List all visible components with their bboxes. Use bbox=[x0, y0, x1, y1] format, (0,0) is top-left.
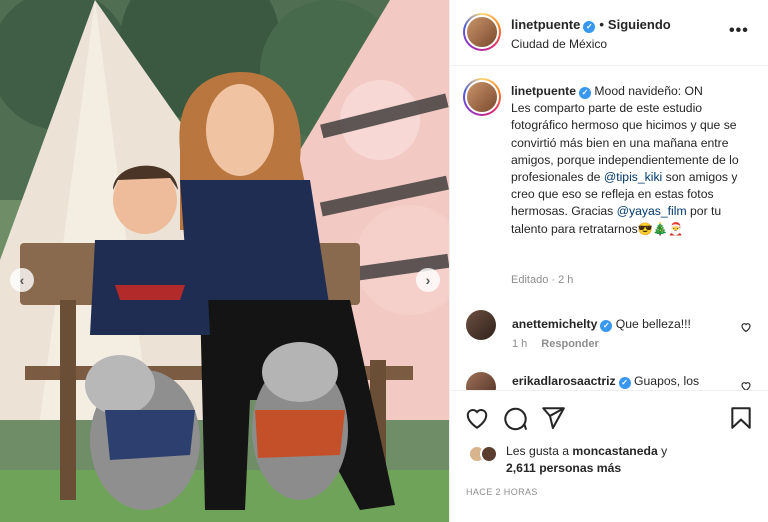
separator-dot: • bbox=[599, 17, 604, 32]
post-actions: Les gusta a moncastaneda y 2,611 persona… bbox=[450, 390, 768, 522]
commenter-avatar[interactable] bbox=[466, 372, 496, 390]
chevron-right-icon[interactable]: › bbox=[416, 268, 440, 292]
comments-section: linetpuente ✓ Mood navideño: ON Les compa… bbox=[450, 66, 768, 390]
caption-text-1: Mood navideño: ON bbox=[594, 84, 703, 98]
author-line: linetpuente ✓ • Siguiendo bbox=[511, 17, 671, 33]
commenter-username[interactable]: erikadlarosaactriz bbox=[512, 374, 616, 388]
comment-body: Que belleza!!! bbox=[615, 317, 691, 331]
verified-badge-icon: ✓ bbox=[583, 21, 596, 33]
heart-icon[interactable] bbox=[464, 405, 490, 431]
caption-avatar[interactable] bbox=[463, 78, 501, 116]
author-username[interactable]: linetpuente bbox=[511, 17, 580, 32]
comment-meta: 1 h Responder bbox=[512, 338, 599, 350]
post-location[interactable]: Ciudad de México bbox=[511, 37, 607, 51]
post-image bbox=[0, 0, 449, 522]
caption-username[interactable]: linetpuente bbox=[511, 84, 576, 98]
author-avatar[interactable] bbox=[463, 13, 501, 51]
likes-middle: y bbox=[657, 444, 668, 458]
share-icon[interactable] bbox=[540, 405, 566, 431]
heart-icon[interactable] bbox=[740, 380, 752, 390]
likes-text: Les gusta a moncastaneda y 2,611 persona… bbox=[506, 443, 756, 477]
comment-time[interactable]: 1 h bbox=[512, 338, 527, 350]
post-side-panel: linetpuente ✓ • Siguiendo Ciudad de México … bbox=[449, 0, 768, 522]
post-timestamp[interactable]: HACE 2 HORAS bbox=[466, 487, 538, 497]
verified-badge-icon: ✓ bbox=[600, 320, 613, 332]
comment-icon[interactable] bbox=[502, 405, 528, 431]
post-photo[interactable]: ‹ › bbox=[0, 0, 449, 522]
post-header: linetpuente ✓ • Siguiendo Ciudad de México … bbox=[450, 0, 768, 66]
edited-label: Editado bbox=[511, 274, 549, 286]
reply-button[interactable]: Responder bbox=[541, 338, 598, 350]
mention-link[interactable]: @tipis_kiki bbox=[604, 170, 662, 184]
caption-time[interactable]: 2 h bbox=[558, 274, 573, 286]
heart-icon[interactable] bbox=[740, 321, 752, 333]
chevron-left-icon[interactable]: ‹ bbox=[10, 268, 34, 292]
liker-avatar bbox=[480, 445, 498, 463]
caption-meta: Editado · 2 h bbox=[511, 274, 574, 286]
following-button[interactable]: Siguiendo bbox=[608, 17, 671, 32]
comment-text: anettemichelty ✓ Que belleza!!! bbox=[512, 317, 691, 332]
comment-body: Guapos, los bbox=[634, 374, 700, 388]
liker-username[interactable]: moncastaneda bbox=[572, 444, 657, 458]
commenter-username[interactable]: anettemichelty bbox=[512, 317, 597, 331]
mention-link[interactable]: @yayas_film bbox=[617, 204, 687, 218]
likes-prefix: Les gusta a bbox=[506, 444, 573, 458]
post-caption: linetpuente ✓ Mood navideño: ON Les compa… bbox=[511, 83, 761, 238]
comment-text: erikadlarosaactriz ✓ Guapos, los bbox=[512, 374, 699, 389]
instagram-post-view: ‹ › linetpuente ✓ • Siguiendo Ciudad de Méx… bbox=[0, 0, 768, 522]
verified-badge-icon: ✓ bbox=[579, 87, 592, 99]
bookmark-icon[interactable] bbox=[728, 405, 754, 431]
more-options-icon[interactable]: ••• bbox=[729, 22, 749, 42]
verified-badge-icon: ✓ bbox=[618, 377, 631, 389]
commenter-avatar[interactable] bbox=[466, 310, 496, 340]
likes-count[interactable]: 2,611 personas más bbox=[506, 461, 621, 475]
